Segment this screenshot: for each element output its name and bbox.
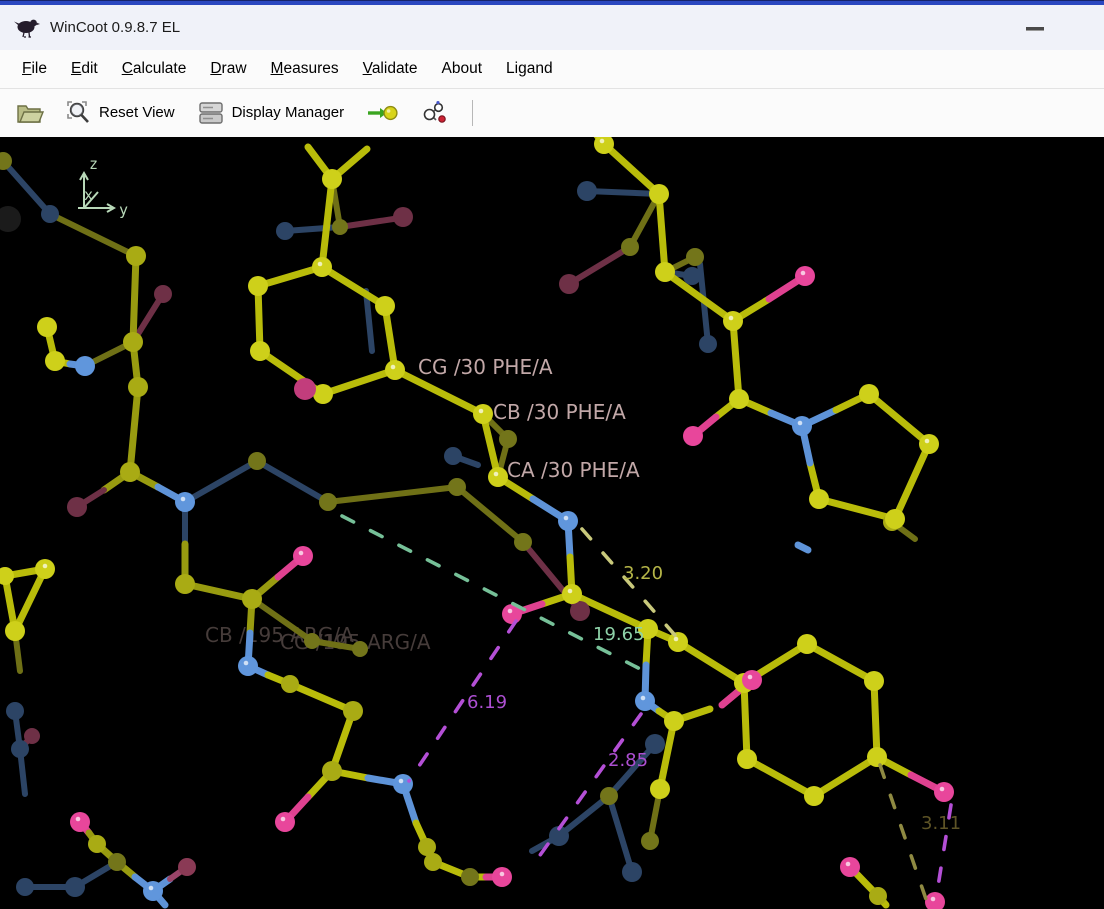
display-manager-button[interactable]: Display Manager (189, 95, 353, 131)
wincoot-window: WinCoot 0.9.8.7 EL File Edit Calculate D… (0, 0, 1104, 909)
display-manager-label: Display Manager (232, 104, 345, 121)
ligand-builder-button[interactable] (412, 95, 458, 131)
window-title: WinCoot 0.9.8.7 EL (50, 19, 180, 36)
axis-label-y: y (119, 201, 128, 219)
distance-label-2.85: 2.85 (608, 750, 648, 771)
minimize-button[interactable] (1018, 17, 1052, 41)
go-to-atom-icon (366, 101, 398, 125)
menu-draw[interactable]: Draw (198, 56, 258, 82)
go-to-atom-button[interactable] (358, 96, 406, 130)
titlebar: WinCoot 0.9.8.7 EL (0, 5, 1104, 50)
distance-label-3.11: 3.11 (921, 813, 961, 834)
dim-atom (0, 206, 21, 232)
menu-about[interactable]: About (430, 56, 495, 82)
toolbar: Reset View Display Manager (0, 89, 1104, 137)
coot-bird-icon (14, 17, 40, 39)
reset-view-button[interactable]: Reset View (58, 95, 183, 131)
minimize-icon (1026, 27, 1044, 31)
atom-label-cb-30-phe: CB /30 PHE/A (493, 400, 626, 424)
molecule-atoms[interactable] (0, 137, 954, 909)
distance-line-3.11-a (880, 765, 928, 905)
menu-edit[interactable]: Edit (59, 56, 110, 82)
menu-file[interactable]: File (10, 56, 59, 82)
distance-label-6.19: 6.19 (467, 692, 507, 713)
menu-ligand[interactable]: Ligand (494, 56, 565, 82)
open-folder-icon (16, 100, 44, 126)
atom-label-ca-30-phe: CA /30 PHE/A (507, 458, 640, 482)
molecule-icon (420, 100, 450, 126)
reset-view-icon (66, 100, 92, 126)
display-manager-icon (197, 100, 225, 126)
molecule-scene[interactable]: CB /195 ARG/A CG /195 ARG/A (0, 137, 1104, 909)
menu-validate[interactable]: Validate (351, 56, 430, 82)
menubar: File Edit Calculate Draw Measures Valida… (0, 50, 1104, 88)
axis-label-z: z (89, 155, 98, 173)
distance-label-19.65: 19.65 (593, 624, 645, 645)
menu-measures[interactable]: Measures (259, 56, 351, 82)
axis-indicator: z x y (78, 155, 128, 219)
molecular-viewport[interactable]: CB /195 ARG/A CG /195 ARG/A (0, 137, 1104, 909)
menu-calculate[interactable]: Calculate (110, 56, 199, 82)
reset-view-label: Reset View (99, 104, 175, 121)
axis-label-x: x (84, 186, 93, 204)
distance-label-3.20: 3.20 (623, 563, 663, 584)
toolbar-separator (472, 100, 473, 126)
open-coordinates-button[interactable] (8, 95, 52, 131)
atom-label-cg-30-phe: CG /30 PHE/A (418, 355, 553, 379)
